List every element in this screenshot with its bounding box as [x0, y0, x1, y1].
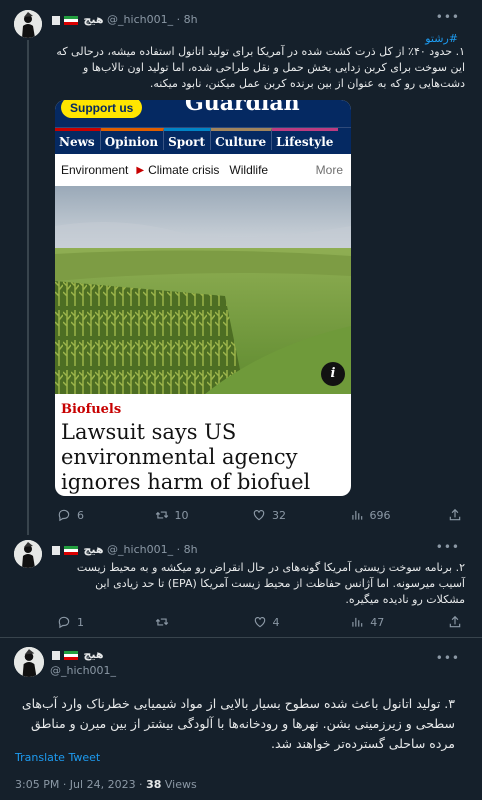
iran-flag-icon: [64, 545, 78, 555]
translate-tweet-link[interactable]: Translate Tweet: [15, 751, 100, 764]
tweet-time[interactable]: 8h: [184, 543, 198, 556]
share-icon: [449, 508, 461, 521]
view-count: 696: [369, 508, 391, 522]
like-icon: [253, 510, 265, 521]
display-name[interactable]: هیچ: [84, 543, 104, 556]
black-flag-icon: [52, 15, 60, 25]
nav-culture[interactable]: Culture: [211, 128, 273, 150]
article-card[interactable]: Support us Guardian News Opinion Sport C…: [55, 100, 351, 496]
nav-lifestyle[interactable]: Lifestyle: [272, 128, 339, 150]
support-button[interactable]: Support us: [61, 100, 143, 118]
tweet-actions: 6 10 32 696: [57, 507, 462, 523]
retweet-button[interactable]: [155, 615, 195, 629]
retweet-icon: [155, 511, 168, 519]
cornfield-photo: [55, 186, 351, 394]
tweet-time[interactable]: 8h: [184, 13, 198, 26]
more-icon[interactable]: •••: [436, 10, 460, 24]
like-count: 32: [272, 508, 286, 522]
tweet-header: هیچ @_hich001_ · 8h: [50, 13, 198, 26]
tweet-actions: 1 4 47: [57, 614, 462, 630]
handle[interactable]: @_hich001_: [107, 13, 173, 26]
display-name[interactable]: هیچ: [84, 13, 104, 26]
retweet-count: 10: [174, 508, 189, 522]
nav-opinion[interactable]: Opinion: [100, 128, 165, 150]
views-button[interactable]: 47: [350, 615, 390, 629]
tweet-header: هیچ: [50, 648, 104, 661]
tweet-text: ۱. حدود ۴۰٪ از کل ذرت کشت شده در آمریکا …: [56, 45, 465, 90]
share-icon: [449, 615, 461, 628]
subnav-more[interactable]: More: [316, 163, 343, 177]
retweet-button[interactable]: 10: [155, 508, 195, 522]
nav-sport[interactable]: Sport: [164, 128, 212, 150]
retweet-icon: [155, 618, 168, 626]
guardian-header: Support us Guardian: [55, 100, 351, 127]
share-button[interactable]: [448, 615, 462, 629]
black-flag-icon: [52, 650, 60, 660]
avatar[interactable]: [14, 540, 42, 568]
views-count: 38: [146, 778, 162, 791]
reply-count: 6: [77, 508, 84, 522]
avatar[interactable]: [14, 647, 44, 677]
views-button[interactable]: 696: [350, 508, 391, 522]
iran-flag-icon: [64, 650, 78, 660]
info-icon[interactable]: i: [321, 362, 345, 386]
reply-button[interactable]: 1: [57, 615, 97, 629]
subnav-climate[interactable]: Climate crisis: [148, 163, 219, 177]
iran-flag-icon: [64, 15, 78, 25]
views-label: Views: [161, 778, 197, 791]
black-flag-icon: [52, 545, 60, 555]
tweet-header: هیچ @_hich001_ · 8h: [50, 543, 198, 556]
views-icon: [352, 617, 363, 627]
thread-line: [27, 40, 29, 535]
divider: [0, 637, 482, 638]
subnav-environment[interactable]: Environment: [61, 163, 128, 177]
like-button[interactable]: 4: [253, 615, 293, 629]
handle[interactable]: @_hich001_: [107, 543, 173, 556]
main-tweet-text: ۳. تولید اتانول باعث شده سطوح بسیار بالا…: [21, 696, 455, 751]
article-headline[interactable]: Lawsuit says US environmental agency ign…: [61, 420, 351, 495]
views-icon: [351, 510, 362, 520]
handle[interactable]: @_hich001_: [50, 664, 116, 677]
article-kicker: Biofuels: [61, 402, 122, 417]
like-button[interactable]: 32: [252, 508, 292, 522]
reply-count: 1: [77, 615, 84, 629]
tweet-text: ۲. برنامه سوخت زیستی آمریکا گونه‌های در …: [76, 561, 465, 606]
guardian-subnav: Environment ▶ Climate crisis Wildlife Mo…: [55, 154, 351, 187]
triangle-icon: ▶: [136, 164, 145, 176]
like-count: 4: [272, 615, 280, 629]
view-count: 47: [370, 615, 385, 629]
reply-icon: [58, 509, 70, 522]
guardian-logo: Guardian: [185, 100, 300, 116]
more-icon[interactable]: •••: [436, 540, 460, 554]
more-icon[interactable]: •••: [436, 651, 460, 665]
like-icon: [254, 617, 265, 628]
guardian-nav: News Opinion Sport Culture Lifestyle: [55, 127, 351, 155]
nav-news[interactable]: News: [55, 128, 101, 150]
avatar[interactable]: [14, 10, 42, 38]
display-name[interactable]: هیچ: [84, 648, 104, 661]
timestamp-text: 3:05 PM · Jul 24, 2023 ·: [15, 778, 147, 791]
reply-icon: [58, 616, 70, 629]
reply-button[interactable]: 6: [57, 508, 97, 522]
subnav-wildlife[interactable]: Wildlife: [229, 163, 268, 177]
tweet-timestamp[interactable]: 3:05 PM · Jul 24, 2023 · 38 Views: [15, 778, 197, 791]
share-button[interactable]: [448, 508, 462, 522]
